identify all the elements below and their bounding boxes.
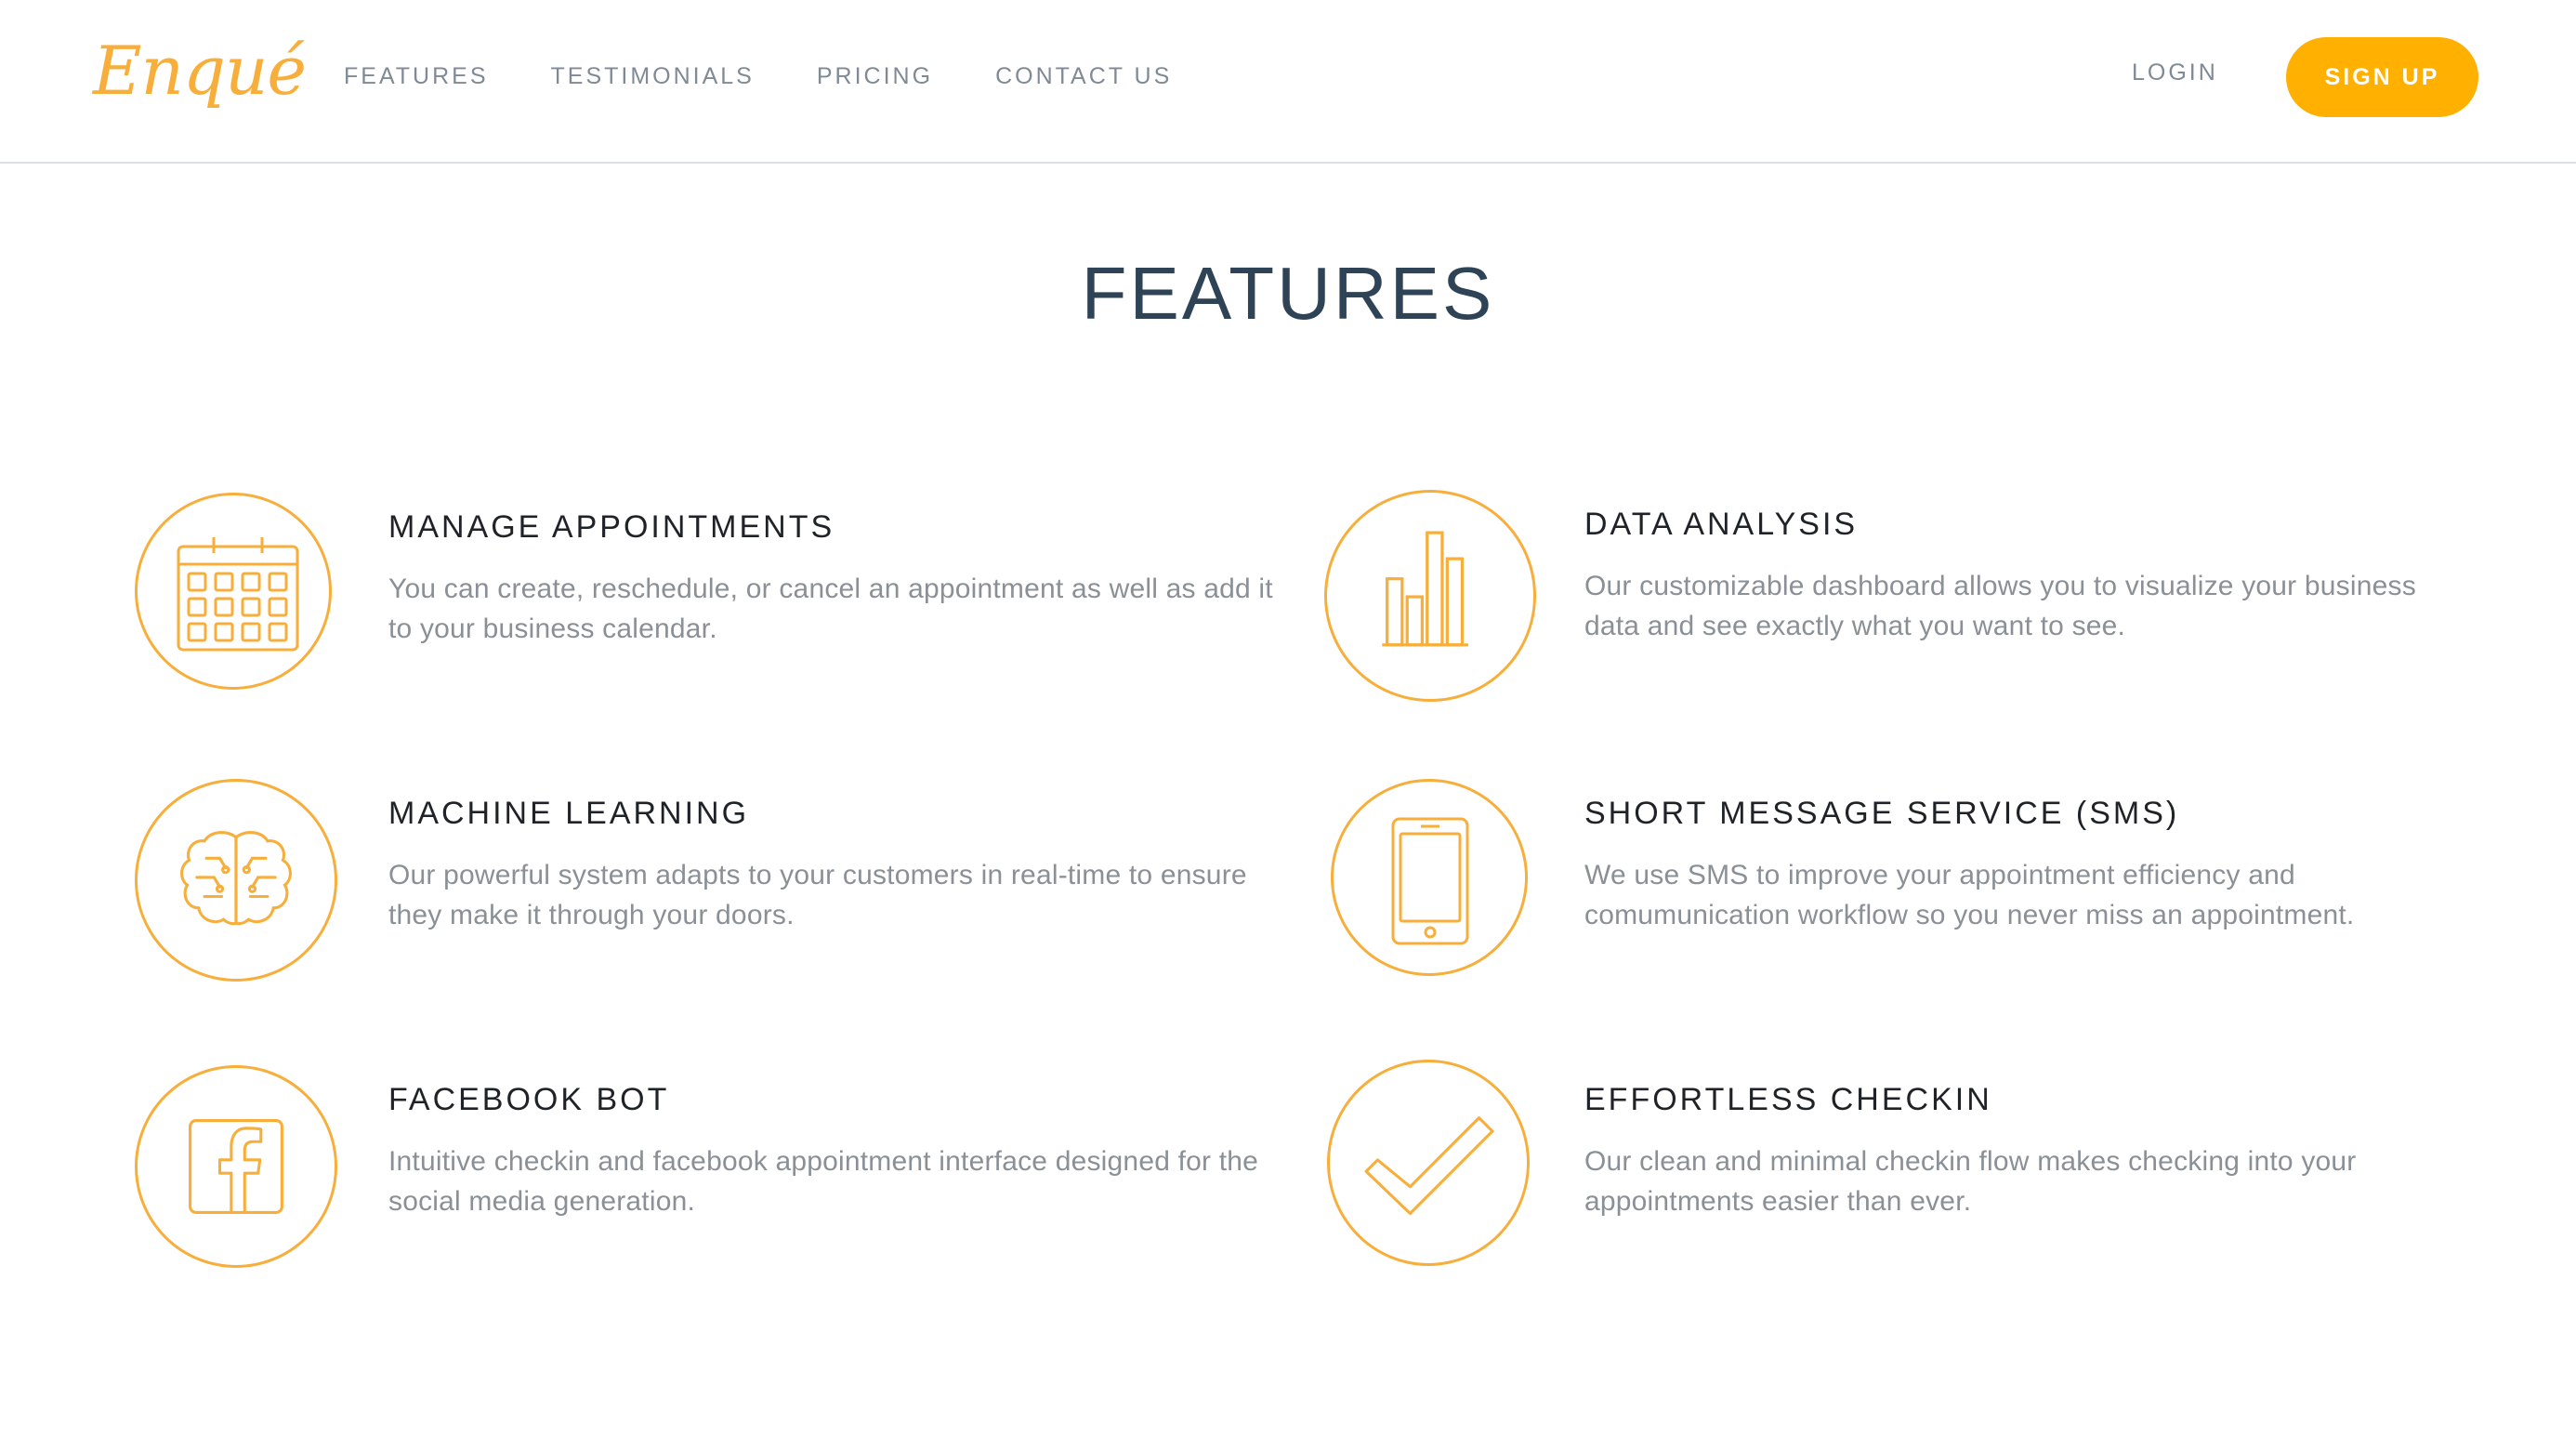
- nav-item-testimonials[interactable]: TESTIMONIALS: [551, 63, 755, 90]
- feature-card: FACEBOOK BOT Intuitive checkin and faceb…: [135, 1065, 1306, 1279]
- feature-icon-circle: [1331, 779, 1528, 976]
- feature-title: EFFORTLESS CHECKIN: [1584, 1082, 1992, 1117]
- feature-card: SHORT MESSAGE SERVICE (SMS) We use SMS t…: [1331, 779, 2502, 993]
- checkmark-icon: [1364, 1116, 1494, 1216]
- feature-description: Our clean and minimal checkin flow makes…: [1584, 1146, 2357, 1217]
- feature-card: MANAGE APPOINTMENTS You can create, resc…: [135, 493, 1306, 706]
- feature-card: DATA ANALYSIS Our customizable dashboard…: [1324, 490, 2495, 704]
- calendar-icon: [177, 537, 299, 652]
- main-nav: FEATURES TESTIMONIALS PRICING CONTACT US: [344, 58, 1234, 95]
- feature-card: EFFORTLESS CHECKIN Our clean and minimal…: [1327, 1060, 2498, 1273]
- feature-title: FACEBOOK BOT: [388, 1082, 670, 1117]
- feature-description: You can create, reschedule, or cancel an…: [388, 573, 1273, 644]
- bar-chart-icon: [1382, 531, 1468, 647]
- feature-description: We use SMS to improve your appointment e…: [1584, 860, 2355, 930]
- brand-logo[interactable]: Enqué: [93, 24, 307, 117]
- feature-title: SHORT MESSAGE SERVICE (SMS): [1584, 796, 2180, 831]
- nav-item-pricing[interactable]: PRICING: [817, 63, 933, 90]
- top-navbar: Enqué FEATURES TESTIMONIALS PRICING CONT…: [0, 0, 2576, 164]
- nav-item-features[interactable]: FEATURES: [344, 63, 489, 90]
- brain-icon: [180, 831, 292, 926]
- feature-title: DATA ANALYSIS: [1584, 507, 1859, 542]
- feature-icon-circle: [1327, 1060, 1530, 1266]
- feature-icon-circle: [135, 1065, 337, 1268]
- feature-icon-circle: [135, 493, 332, 690]
- signup-button[interactable]: SIGN UP: [2286, 37, 2478, 117]
- feature-card: MACHINE LEARNING Our powerful system ada…: [135, 779, 1306, 993]
- feature-title: MACHINE LEARNING: [388, 796, 750, 831]
- feature-icon-circle: [135, 779, 337, 982]
- feature-description: Our customizable dashboard allows you to…: [1584, 571, 2416, 641]
- feature-icon-circle: [1324, 490, 1536, 702]
- section-title: FEATURES: [1081, 252, 1495, 335]
- facebook-icon: [189, 1119, 283, 1214]
- feature-description: Intuitive checkin and facebook appointme…: [388, 1146, 1259, 1217]
- smartphone-icon: [1391, 817, 1469, 945]
- feature-title: MANAGE APPOINTMENTS: [388, 509, 835, 545]
- nav-item-contact-us[interactable]: CONTACT US: [995, 63, 1172, 90]
- login-link[interactable]: LOGIN: [2132, 59, 2218, 86]
- feature-description: Our powerful system adapts to your custo…: [388, 860, 1247, 930]
